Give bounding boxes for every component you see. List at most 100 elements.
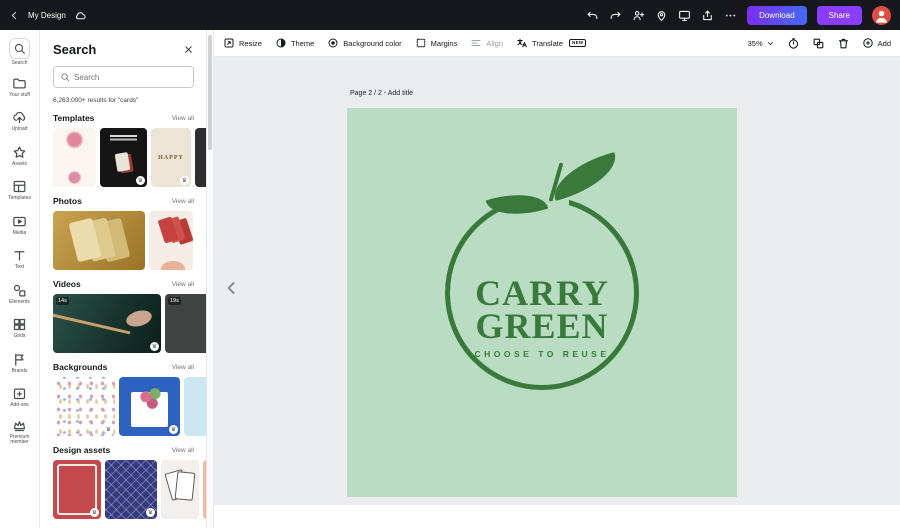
sidebar-item-text[interactable]: Text [0, 242, 39, 277]
background-color-button[interactable]: Background color [327, 37, 401, 49]
zoom-control[interactable]: 35% [748, 39, 775, 48]
design-asset-thumbnail[interactable]: ♛ [105, 460, 157, 519]
search-icon [9, 38, 30, 59]
design-title[interactable]: My Design [28, 11, 66, 20]
translate-icon [516, 37, 528, 49]
design-asset-thumbnail[interactable] [161, 460, 199, 519]
view-all-link[interactable]: View all [172, 281, 194, 288]
sidebar-item-add-ons[interactable]: Add-ons [0, 380, 39, 415]
canvas-toolbar: Resize Theme Background color Margins Al… [214, 30, 900, 57]
sidebar-item-grids[interactable]: Grids [0, 311, 39, 346]
star-icon [12, 145, 27, 160]
download-button[interactable]: Download [747, 6, 807, 25]
templates-icon [12, 179, 27, 194]
sidebar-item-templates[interactable]: Templates [0, 173, 39, 208]
shapes-icon [12, 283, 27, 298]
flag-icon [12, 352, 27, 367]
background-thumbnail[interactable]: ♛ [53, 377, 115, 436]
section-title: Backgrounds [53, 362, 107, 372]
logo-text-line2: GREEN [445, 308, 639, 344]
sidebar-item-search[interactable]: Search [0, 35, 39, 70]
pro-badge-icon: ♛ [136, 176, 145, 185]
canvas-workspace[interactable]: Page 2 / 2 - Add title CARRY GREEN CHOOS… [214, 57, 900, 505]
scrollbar-thumb[interactable] [208, 35, 212, 150]
trash-icon[interactable] [837, 37, 850, 50]
sidebar-item-label: Add-ons [1, 403, 39, 409]
zoom-value: 35% [748, 39, 763, 48]
previous-page-chevron-icon[interactable] [223, 273, 240, 303]
position-icon[interactable] [812, 37, 825, 50]
sidebar-item-label: Templates [1, 196, 39, 202]
redo-icon[interactable] [609, 9, 622, 22]
section-title: Templates [53, 113, 94, 123]
align-button[interactable]: Align [470, 37, 503, 49]
sidebar-item-media[interactable]: Media [0, 208, 39, 243]
section-backgrounds: Backgrounds View all ♛ ♛ [53, 362, 206, 436]
sidebar-item-premium-member[interactable]: Premium member [0, 415, 39, 450]
sidebar-item-label: Upload [1, 127, 39, 133]
view-all-link[interactable]: View all [172, 115, 194, 122]
sidebar-rail: Search Your stuff Upload Assets Template… [0, 30, 40, 528]
thumbnail-text: HAPPY [158, 155, 184, 161]
template-thumbnail[interactable] [195, 128, 207, 187]
resize-button[interactable]: Resize [223, 37, 262, 49]
folder-icon [12, 76, 27, 91]
align-icon [470, 37, 482, 49]
pro-badge-icon: ♛ [146, 508, 155, 517]
cloud-sync-icon[interactable] [74, 9, 87, 22]
page-indicator[interactable]: Page 2 / 2 - Add title [350, 90, 413, 97]
view-all-link[interactable]: View all [172, 198, 194, 205]
add-page-button[interactable]: Add [862, 37, 891, 49]
view-all-link[interactable]: View all [172, 447, 194, 454]
sidebar-item-elements[interactable]: Elements [0, 277, 39, 312]
background-thumbnail[interactable] [184, 377, 207, 436]
section-videos: Videos View all 14s ♛ 19s [53, 279, 206, 353]
sidebar-item-label: Elements [1, 300, 39, 306]
tool-label: Translate [532, 39, 563, 48]
view-all-link[interactable]: View all [172, 364, 194, 371]
search-input[interactable] [74, 73, 187, 82]
location-pin-icon[interactable] [655, 9, 668, 22]
sidebar-item-label: Media [1, 231, 39, 237]
design-asset-thumbnail[interactable]: ♛ [53, 460, 101, 519]
margins-icon [415, 37, 427, 49]
sidebar-item-label: Text [1, 265, 39, 271]
background-thumbnail[interactable]: ♛ [119, 377, 180, 436]
close-icon[interactable] [183, 44, 194, 55]
template-thumbnail[interactable]: ♛ [100, 128, 147, 187]
template-thumbnail[interactable]: HAPPY♛ [151, 128, 191, 187]
avatar[interactable] [872, 6, 891, 25]
sidebar-item-label: Grids [1, 334, 39, 340]
canvas-page[interactable]: CARRY GREEN CHOOSE TO REUSE [347, 108, 737, 497]
section-templates: Templates View all ♛ HAPPY♛ [53, 113, 206, 187]
text-icon [12, 248, 27, 263]
share-button[interactable]: Share [817, 6, 862, 25]
collaborate-icon[interactable] [632, 9, 645, 22]
sidebar-item-your-stuff[interactable]: Your stuff [0, 70, 39, 105]
undo-icon[interactable] [586, 9, 599, 22]
video-thumbnail[interactable]: 19s [165, 294, 207, 353]
results-count: 6,263,000+ results for "cards" [53, 97, 206, 104]
search-input-box[interactable] [53, 66, 194, 88]
chevron-down-icon [766, 39, 775, 48]
template-thumbnail[interactable] [53, 128, 96, 187]
background-color-icon [327, 37, 339, 49]
sidebar-item-brands[interactable]: Brands [0, 346, 39, 381]
sidebar-item-upload[interactable]: Upload [0, 104, 39, 139]
tool-label: Resize [239, 39, 262, 48]
sidebar-item-label: Search [1, 61, 39, 67]
sidebar-item-assets[interactable]: Assets [0, 139, 39, 174]
sidebar-item-label: Brands [1, 369, 39, 375]
video-thumbnail[interactable]: 14s ♛ [53, 294, 161, 353]
theme-button[interactable]: Theme [275, 37, 314, 49]
translate-button[interactable]: Translate NEW [516, 37, 586, 49]
present-icon[interactable] [678, 9, 691, 22]
photo-thumbnail[interactable] [53, 211, 145, 270]
panel-scrollbar[interactable] [207, 30, 214, 528]
share-export-icon[interactable] [701, 9, 714, 22]
more-options-icon[interactable] [724, 9, 737, 22]
margins-button[interactable]: Margins [415, 37, 458, 49]
timer-icon[interactable] [787, 37, 800, 50]
photo-thumbnail[interactable] [149, 211, 193, 270]
back-icon[interactable] [9, 10, 20, 21]
